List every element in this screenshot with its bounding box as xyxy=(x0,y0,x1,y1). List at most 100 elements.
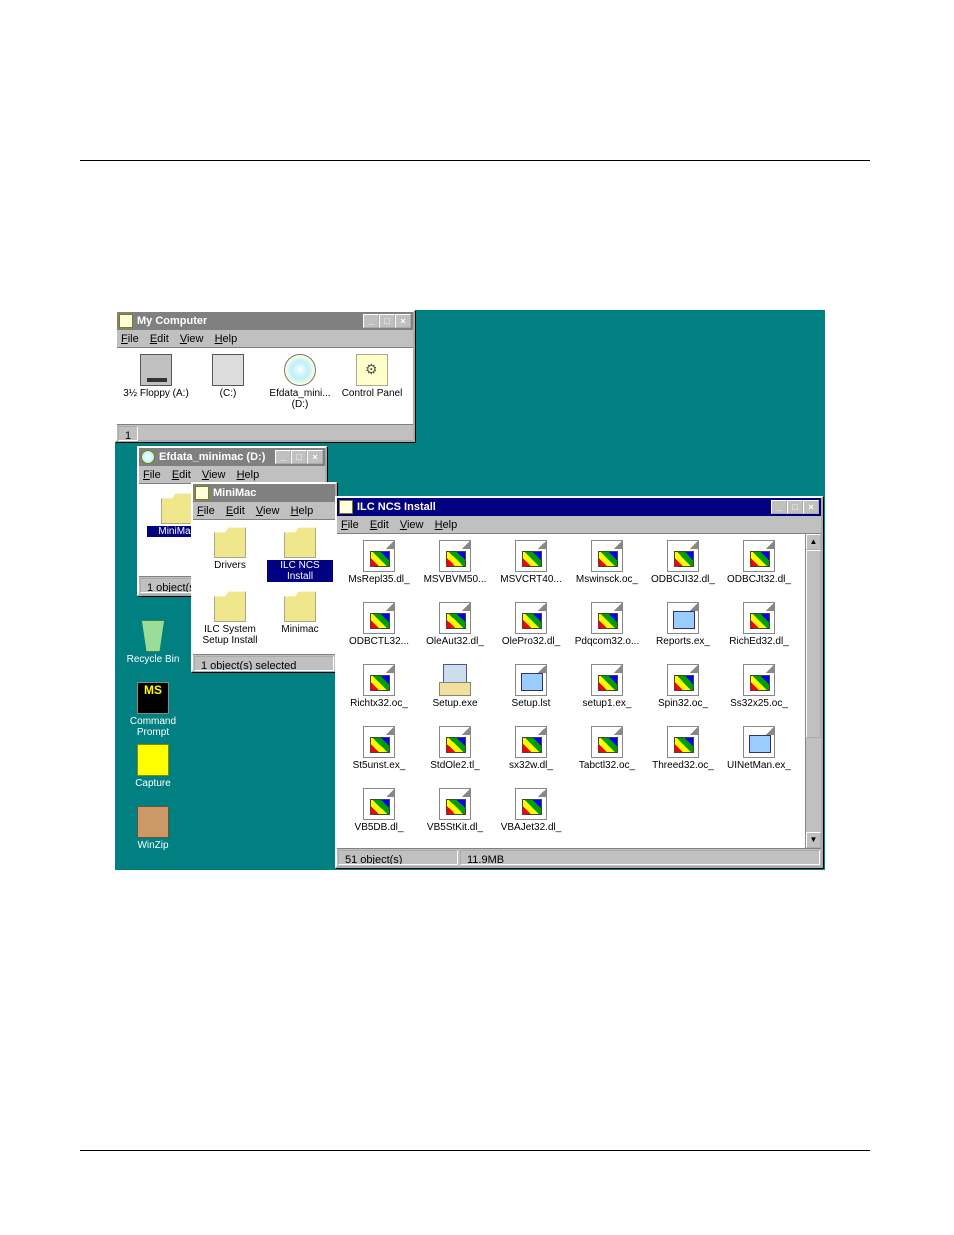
menu-edit[interactable]: Edit xyxy=(226,505,245,517)
icon-label: Mswinsck.oc_ xyxy=(571,574,643,585)
icon-label: Command Prompt xyxy=(123,716,183,738)
status-count: 51 object(s) xyxy=(338,850,458,865)
icon-label: MSVCRT40... xyxy=(495,574,567,585)
scroll-up-button[interactable]: ▲ xyxy=(806,534,821,550)
minimize-button[interactable]: _ xyxy=(771,500,787,514)
titlebar-drive-d[interactable]: Efdata_minimac (D:) _ □ × xyxy=(139,448,325,466)
statusbar: 1 object(s) selected xyxy=(193,654,335,672)
cmd-icon xyxy=(137,682,169,714)
menu-view[interactable]: View xyxy=(180,333,204,345)
desktop-capture[interactable]: Capture xyxy=(123,744,183,789)
file-RichEd32.dl_[interactable]: RichEd32.dl_ xyxy=(723,602,795,647)
maximize-button[interactable]: □ xyxy=(787,500,803,514)
close-button[interactable]: × xyxy=(395,314,411,328)
desktop-winzip[interactable]: WinZip xyxy=(123,806,183,851)
window-minimac[interactable]: MiniMac File Edit View Help DriversILC N… xyxy=(191,482,337,672)
icon-label: WinZip xyxy=(123,840,183,851)
icon-label: 3½ Floppy (A:) xyxy=(121,388,191,399)
dll-icon xyxy=(743,540,775,572)
titlebar-ilc-install[interactable]: ILC NCS Install _ □ × xyxy=(337,498,821,516)
folder-ilc-ncs-install[interactable]: ILC NCS Install xyxy=(267,526,333,582)
menu-help[interactable]: Help xyxy=(291,505,314,517)
file-MSVBVM50...[interactable]: MSVBVM50... xyxy=(419,540,491,585)
icon-label: (C:) xyxy=(193,388,263,399)
folder-drivers[interactable]: Drivers xyxy=(197,526,263,571)
file-Richtx32.oc_[interactable]: Richtx32.oc_ xyxy=(343,664,415,709)
file-Mswinsck.oc_[interactable]: Mswinsck.oc_ xyxy=(571,540,643,585)
file-Tabctl32.oc_[interactable]: Tabctl32.oc_ xyxy=(571,726,643,771)
file-VB5DB.dl_[interactable]: VB5DB.dl_ xyxy=(343,788,415,833)
file-Spin32.oc_[interactable]: Spin32.oc_ xyxy=(647,664,719,709)
menu-view[interactable]: View xyxy=(256,505,280,517)
file-Reports.ex_[interactable]: Reports.ex_ xyxy=(647,602,719,647)
file-ODBCJt32.dl_[interactable]: ODBCJt32.dl_ xyxy=(723,540,795,585)
exe-icon xyxy=(515,664,547,696)
file-St5unst.ex_[interactable]: St5unst.ex_ xyxy=(343,726,415,771)
file-MSVCRT40...[interactable]: MSVCRT40... xyxy=(495,540,567,585)
client-area[interactable]: ▲ ▼ MsRepl35.dl_MSVBVM50... MSVCRT40... Ms… xyxy=(337,534,821,848)
menu-file[interactable]: File xyxy=(341,519,359,531)
file-OlePro32.dl_[interactable]: OlePro32.dl_ xyxy=(495,602,567,647)
folder-ilc-system-setup[interactable]: ILC System Setup Install xyxy=(197,590,263,646)
file-VB5StKit.dl_[interactable]: VB5StKit.dl_ xyxy=(419,788,491,833)
file-OleAut32.dl_[interactable]: OleAut32.dl_ xyxy=(419,602,491,647)
menu-help[interactable]: Help xyxy=(215,333,238,345)
file-VBAJet32.dl_[interactable]: VBAJet32.dl_ xyxy=(495,788,567,833)
drive-c[interactable]: (C:) xyxy=(193,354,263,399)
window-my-computer[interactable]: My Computer _ □ × File Edit View Help 3½… xyxy=(115,310,415,442)
file-Setup.exe[interactable]: Setup.exe xyxy=(419,664,491,709)
file-Threed32.oc_[interactable]: Threed32.oc_ xyxy=(647,726,719,771)
drive-a[interactable]: 3½ Floppy (A:) xyxy=(121,354,191,399)
menu-file[interactable]: File xyxy=(121,333,139,345)
titlebar-minimac[interactable]: MiniMac xyxy=(193,484,335,502)
dll-icon xyxy=(439,788,471,820)
window-ilc-ncs-install[interactable]: ILC NCS Install _ □ × File Edit View Hel… xyxy=(335,496,823,868)
mycomputer-icon xyxy=(119,314,133,328)
menu-view[interactable]: View xyxy=(400,519,424,531)
close-button[interactable]: × xyxy=(803,500,819,514)
menu-edit[interactable]: Edit xyxy=(172,469,191,481)
dll-icon xyxy=(515,726,547,758)
titlebar-my-computer[interactable]: My Computer _ □ × xyxy=(117,312,413,330)
minimize-button[interactable]: _ xyxy=(363,314,379,328)
file-UINetMan.ex_[interactable]: UINetMan.ex_ xyxy=(723,726,795,771)
icon-label: ILC NCS Install xyxy=(267,560,333,582)
maximize-button[interactable]: □ xyxy=(291,450,307,464)
menu-view[interactable]: View xyxy=(202,469,226,481)
menu-file[interactable]: File xyxy=(197,505,215,517)
file-Setup.lst[interactable]: Setup.lst xyxy=(495,664,567,709)
drive-d[interactable]: Efdata_mini... (D:) xyxy=(265,354,335,410)
menu-file[interactable]: File xyxy=(143,469,161,481)
close-button[interactable]: × xyxy=(307,450,323,464)
folder-icon xyxy=(214,590,246,622)
icon-label: Control Panel xyxy=(337,388,407,399)
folder-minimac[interactable]: Minimac xyxy=(267,590,333,635)
menu-help[interactable]: Help xyxy=(237,469,260,481)
desktop[interactable]: Recycle Bin Command Prompt Capture WinZip M… xyxy=(115,310,825,870)
control-panel[interactable]: Control Panel xyxy=(337,354,407,399)
desktop-command-prompt[interactable]: Command Prompt xyxy=(123,682,183,738)
client-area[interactable]: DriversILC NCS InstallILC System Setup I… xyxy=(193,520,335,654)
dll-icon xyxy=(591,540,623,572)
icon-label: Pdqcom32.o... xyxy=(571,636,643,647)
menu-help[interactable]: Help xyxy=(435,519,458,531)
menu-edit[interactable]: Edit xyxy=(370,519,389,531)
file-Pdqcom32.o...[interactable]: Pdqcom32.o... xyxy=(571,602,643,647)
client-area[interactable]: 3½ Floppy (A:)(C:)Efdata_mini... (D:)Con… xyxy=(117,348,413,424)
icon-label: Spin32.oc_ xyxy=(647,698,719,709)
scroll-thumb[interactable] xyxy=(806,550,821,738)
file-setup1.ex_[interactable]: setup1.ex_ xyxy=(571,664,643,709)
file-sx32w.dl_[interactable]: sx32w.dl_ xyxy=(495,726,567,771)
minimize-button[interactable]: _ xyxy=(275,450,291,464)
icon-label: Minimac xyxy=(267,624,333,635)
menu-edit[interactable]: Edit xyxy=(150,333,169,345)
scroll-down-button[interactable]: ▼ xyxy=(806,832,821,848)
vertical-scrollbar[interactable]: ▲ ▼ xyxy=(805,534,821,848)
file-ODBCTL32...[interactable]: ODBCTL32... xyxy=(343,602,415,647)
maximize-button[interactable]: □ xyxy=(379,314,395,328)
file-MsRepl35.dl_[interactable]: MsRepl35.dl_ xyxy=(343,540,415,585)
desktop-recycle-bin[interactable]: Recycle Bin xyxy=(123,620,183,665)
file-StdOle2.tl_[interactable]: StdOle2.tl_ xyxy=(419,726,491,771)
file-Ss32x25.oc_[interactable]: Ss32x25.oc_ xyxy=(723,664,795,709)
file-ODBCJI32.dl_[interactable]: ODBCJI32.dl_ xyxy=(647,540,719,585)
